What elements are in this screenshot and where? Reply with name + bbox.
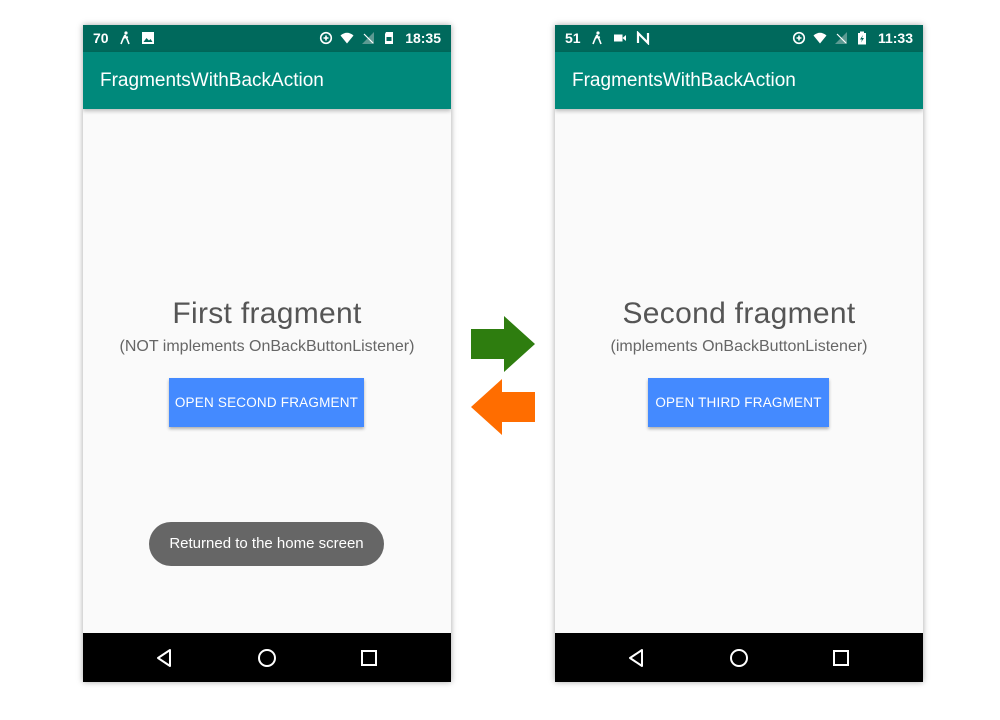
data-saver-icon bbox=[792, 31, 806, 45]
home-circle-icon[interactable] bbox=[256, 647, 278, 669]
fragment-title: Second fragment bbox=[622, 297, 856, 330]
battery-charging-icon bbox=[857, 31, 866, 45]
no-signal-icon bbox=[362, 32, 375, 44]
back-triangle-icon[interactable] bbox=[154, 647, 176, 669]
data-saver-icon bbox=[320, 31, 333, 45]
battery-level-text: 70 bbox=[93, 30, 109, 46]
video-icon bbox=[613, 34, 626, 42]
status-bar: 51 11:33 bbox=[555, 25, 923, 52]
wifi-icon bbox=[813, 32, 827, 44]
home-circle-icon[interactable] bbox=[728, 647, 750, 669]
status-bar: 70 18:35 bbox=[83, 25, 451, 52]
recents-square-icon[interactable] bbox=[830, 647, 852, 669]
open-third-fragment-button[interactable]: OPEN THIRD FRAGMENT bbox=[648, 378, 829, 427]
phone-screen-first-fragment: 70 18:35 FragmentsWithBackAction First f… bbox=[83, 25, 451, 682]
status-time: 18:35 bbox=[405, 30, 441, 46]
fragment-subtitle: (implements OnBackButtonListener) bbox=[610, 338, 868, 355]
back-arrow-icon bbox=[471, 379, 535, 435]
navigation-bar bbox=[555, 633, 923, 682]
wifi-icon bbox=[340, 32, 354, 44]
app-title: FragmentsWithBackAction bbox=[100, 70, 324, 91]
image-icon bbox=[141, 32, 154, 44]
app-bar: FragmentsWithBackAction bbox=[555, 52, 923, 109]
accessibility-icon bbox=[591, 31, 602, 45]
app-title: FragmentsWithBackAction bbox=[572, 70, 796, 91]
status-time: 11:33 bbox=[877, 30, 913, 46]
open-second-fragment-button[interactable]: OPEN SECOND FRAGMENT bbox=[169, 378, 364, 427]
fragment-title: First fragment bbox=[172, 297, 362, 330]
fragment-content: First fragment (NOT implements OnBackBut… bbox=[83, 109, 451, 633]
phone-screen-second-fragment: 51 11:33 FragmentsWithBackAction Second … bbox=[555, 25, 923, 682]
back-triangle-icon[interactable] bbox=[626, 647, 648, 669]
recents-square-icon[interactable] bbox=[358, 647, 380, 669]
fragment-subtitle: (NOT implements OnBackButtonListener) bbox=[119, 338, 415, 355]
no-signal-icon bbox=[834, 32, 847, 44]
toast-message: Returned to the home screen bbox=[149, 522, 384, 566]
app-bar: FragmentsWithBackAction bbox=[83, 52, 451, 109]
battery-level-text: 51 bbox=[565, 30, 581, 46]
fragment-content: Second fragment (implements OnBackButton… bbox=[555, 109, 923, 633]
navigation-bar bbox=[83, 633, 451, 682]
accessibility-icon bbox=[119, 31, 130, 45]
n-icon bbox=[636, 31, 649, 45]
forward-arrow-icon bbox=[471, 316, 535, 372]
sd-card-icon bbox=[385, 32, 394, 44]
